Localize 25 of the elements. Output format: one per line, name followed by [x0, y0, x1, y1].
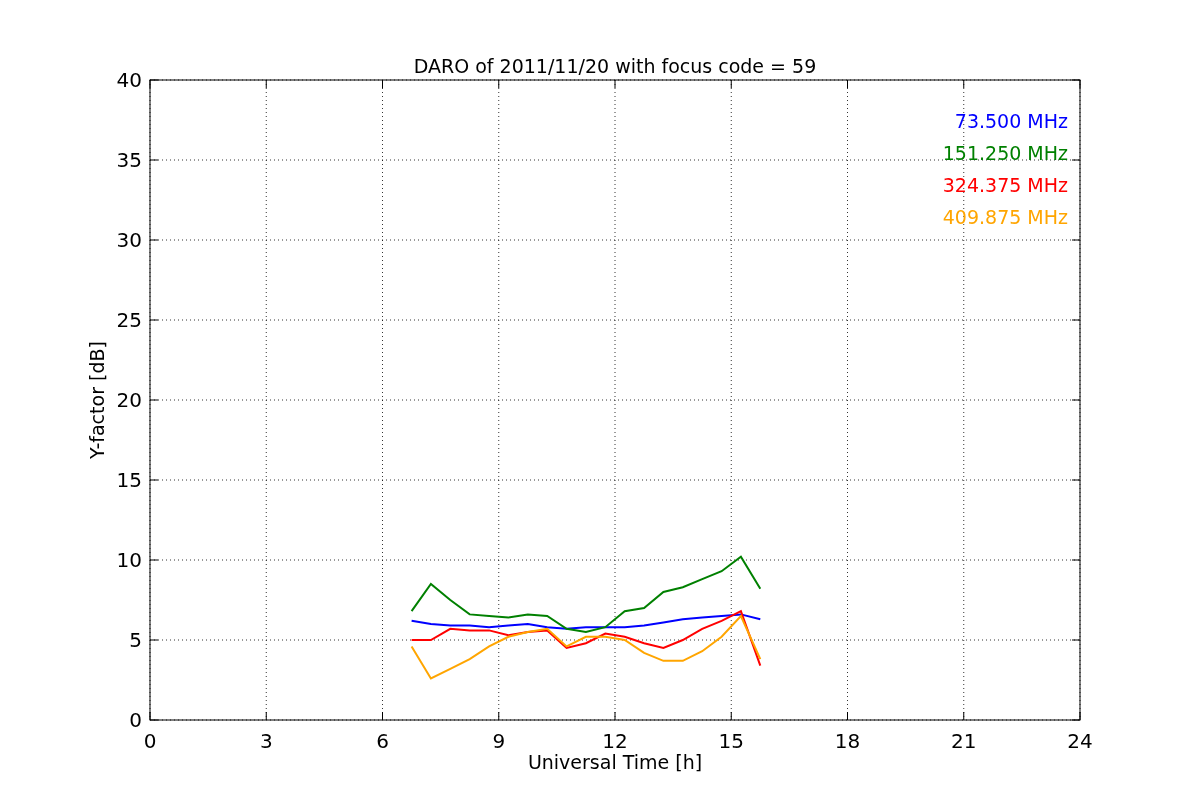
x-tick-label: 6 — [376, 729, 389, 753]
y-tick-label: 30 — [116, 228, 142, 252]
y-tick-label: 15 — [116, 468, 142, 492]
x-tick-label: 3 — [259, 729, 273, 753]
y-tick-label: 20 — [116, 388, 142, 412]
x-axis-label: Universal Time [h] — [527, 751, 703, 773]
chart-title: DARO of 2011/11/20 with focus code = 59 — [413, 55, 817, 77]
x-tick-label: 24 — [1067, 729, 1093, 753]
y-axis-label: Y-factor [dB] — [86, 341, 108, 459]
x-tick-label: 21 — [951, 729, 977, 753]
y-tick-label: 5 — [129, 628, 142, 652]
x-tick-label: 18 — [834, 729, 861, 753]
y-tick-label: 35 — [116, 148, 142, 172]
x-tick-label: 0 — [143, 729, 157, 753]
legend-label: 324.375 MHz — [942, 174, 1068, 196]
y-tick-label: 40 — [116, 68, 142, 92]
y-tick-label: 10 — [116, 548, 142, 572]
legend-label: 151.250 MHz — [942, 142, 1068, 164]
legend-label: 409.875 MHz — [942, 206, 1068, 228]
y-tick-label: 0 — [129, 708, 142, 732]
x-tick-label: 12 — [602, 729, 628, 753]
x-tick-label: 9 — [492, 729, 506, 753]
legend-label: 73.500 MHz — [954, 110, 1068, 132]
x-tick-label: 15 — [718, 729, 744, 753]
y-tick-label: 25 — [116, 308, 142, 332]
